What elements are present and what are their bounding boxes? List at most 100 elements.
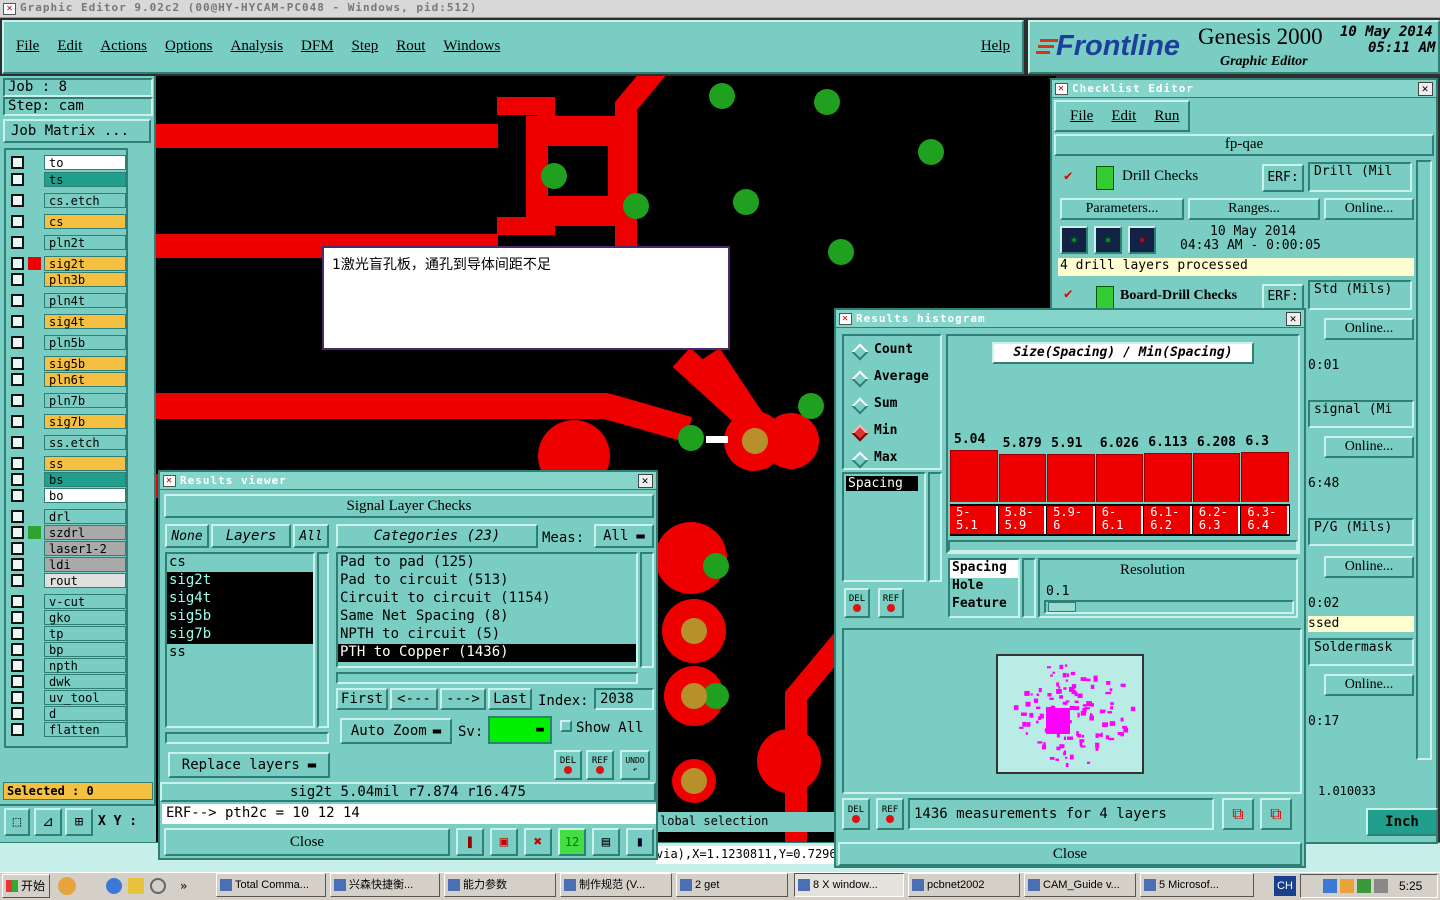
grid-tool-icon[interactable]: ⊞	[65, 808, 93, 836]
meas-dropdown[interactable]: All ▬	[594, 524, 654, 548]
layer-row[interactable]: pln7b	[8, 393, 126, 408]
layer-row[interactable]: pln5b	[8, 335, 126, 350]
layer-checkbox[interactable]	[11, 294, 24, 307]
erf-drill[interactable]: Drill (Mil	[1308, 162, 1412, 192]
menu-actions[interactable]: Actions	[100, 38, 147, 55]
slider-thumb[interactable]	[1048, 602, 1076, 612]
category-item[interactable]: Same Net Spacing (8)	[338, 608, 636, 626]
tray-icon[interactable]	[1323, 879, 1337, 893]
layer-checkbox[interactable]	[11, 473, 24, 486]
layer-checkbox[interactable]	[11, 156, 24, 169]
result-layer-item[interactable]: cs	[167, 554, 313, 572]
measure-type-item[interactable]: Feature	[950, 596, 1018, 614]
report-icon[interactable]: ▤	[592, 828, 620, 856]
taskbar-item[interactable]: pcbnet2002	[908, 873, 1020, 897]
layer-row[interactable]: flatten	[8, 722, 126, 737]
result-layer-item[interactable]: ss	[167, 644, 313, 662]
layer-row[interactable]: pln2t	[8, 235, 126, 250]
layer-row[interactable]: cs.etch	[8, 193, 126, 208]
layer-row[interactable]: szdrl	[8, 525, 126, 540]
close-icon[interactable]: ✕	[1286, 312, 1301, 326]
layers-all-button[interactable]: All	[293, 524, 329, 548]
results-viewer-titlebar[interactable]: ✕ Results viewer ✕	[160, 472, 656, 490]
hist-del-button[interactable]: DEL	[844, 588, 870, 618]
resolution-slider[interactable]	[1044, 600, 1294, 614]
menu-file[interactable]: File	[16, 38, 39, 55]
run-selected-icon[interactable]: ✶	[1094, 226, 1122, 254]
undo-button[interactable]: UNDO ↶	[620, 750, 650, 780]
run-stop-icon[interactable]: ✶	[1128, 226, 1156, 254]
hist-ref-button-2[interactable]: REF	[876, 798, 904, 830]
layer-row[interactable]: ldi	[8, 557, 126, 572]
category-item[interactable]: PTH to Copper (1436)	[338, 644, 636, 662]
tray-icon[interactable]	[1374, 879, 1388, 893]
taskbar-item[interactable]: 兴森快捷衡...	[330, 873, 440, 897]
layer-checkbox[interactable]	[11, 723, 24, 736]
menu-options[interactable]: Options	[165, 38, 213, 55]
highlight-icon[interactable]: ▣	[490, 828, 518, 856]
layer-row[interactable]: dwk	[8, 674, 126, 689]
menu-windows[interactable]: Windows	[443, 38, 500, 55]
sv-color-dropdown[interactable]: ▬	[488, 716, 552, 744]
histogram-titlebar[interactable]: ✕ Results histogram ✕	[836, 310, 1304, 328]
layer-row[interactable]: ss	[8, 456, 126, 471]
histogram-list-item[interactable]: Spacing	[846, 476, 918, 491]
online-button[interactable]: Online...	[1324, 556, 1414, 578]
layer-checkbox[interactable]	[11, 257, 24, 270]
layer-checkbox[interactable]	[11, 558, 24, 571]
mode-radio-min[interactable]	[851, 424, 869, 442]
taskbar-item[interactable]: CAM_Guide v...	[1024, 873, 1136, 897]
ranges-button[interactable]: Ranges...	[1188, 198, 1320, 220]
layer-checkbox[interactable]	[11, 273, 24, 286]
histogram-bar[interactable]	[1144, 453, 1192, 502]
layer-row[interactable]: npth	[8, 658, 126, 673]
hist-del-button-2[interactable]: DEL	[842, 798, 870, 830]
layer-row[interactable]: bp	[8, 642, 126, 657]
layer-checkbox[interactable]	[11, 457, 24, 470]
layer-row[interactable]: v-cut	[8, 594, 126, 609]
layer-checkbox[interactable]	[11, 675, 24, 688]
layer-row[interactable]: ss.etch	[8, 435, 126, 450]
layer-row[interactable]: uv_tool	[8, 690, 126, 705]
layer-row[interactable]: sig2t	[8, 256, 126, 271]
layer-row[interactable]: sig5b	[8, 356, 126, 371]
checklist-menu-file[interactable]: File	[1070, 108, 1093, 124]
menu-rout[interactable]: Rout	[396, 38, 425, 55]
measure-type-item[interactable]: Hole	[950, 578, 1018, 596]
histogram-list-scrollbar[interactable]	[928, 472, 942, 582]
run-icon[interactable]: ✶	[1060, 226, 1088, 254]
ie-icon[interactable]	[106, 878, 122, 894]
histogram-bar[interactable]	[1192, 453, 1241, 502]
layer-checkbox[interactable]	[11, 415, 24, 428]
zoom-select-icon[interactable]: ⧉	[1222, 798, 1254, 830]
category-item[interactable]: Circuit to circuit (1154)	[338, 590, 636, 608]
layer-checkbox[interactable]	[11, 574, 24, 587]
result-layer-item[interactable]: sig5b	[167, 608, 313, 626]
layer-checkbox[interactable]	[11, 526, 24, 539]
checklist-menu-edit[interactable]: Edit	[1111, 108, 1136, 124]
taskbar-item[interactable]: 2 get	[676, 873, 788, 897]
layer-checkbox[interactable]	[11, 691, 24, 704]
layer-checkbox[interactable]	[11, 643, 24, 656]
select-tool-icon[interactable]: ⬚	[4, 808, 30, 836]
layer-row[interactable]: sig7b	[8, 414, 126, 429]
taskbar-item[interactable]: Total Comma...	[216, 873, 326, 897]
settings-icon[interactable]	[150, 878, 166, 894]
layer-row[interactable]: cs	[8, 214, 126, 229]
online-button[interactable]: Online...	[1324, 436, 1414, 458]
menu-edit[interactable]: Edit	[57, 38, 82, 55]
layer-checkbox[interactable]	[11, 336, 24, 349]
taskbar-item[interactable]: 8 X window...	[794, 873, 904, 897]
online-button[interactable]: Online...	[1324, 318, 1414, 340]
histogram-close-button[interactable]: Close	[838, 842, 1302, 866]
results-viewer-close-button[interactable]: Close	[164, 828, 450, 856]
layer-row[interactable]: ts	[8, 172, 126, 187]
layer-checkbox[interactable]	[11, 510, 24, 523]
layer-checkbox[interactable]	[11, 173, 24, 186]
histogram-hscroll[interactable]	[948, 540, 1298, 552]
close-icon[interactable]: ✕	[638, 474, 653, 488]
del-button[interactable]: DEL	[554, 750, 582, 780]
layers-none-button[interactable]: None	[165, 524, 209, 548]
layer-row[interactable]: pln3b	[8, 272, 126, 287]
layers-scrollbar[interactable]	[317, 552, 329, 728]
